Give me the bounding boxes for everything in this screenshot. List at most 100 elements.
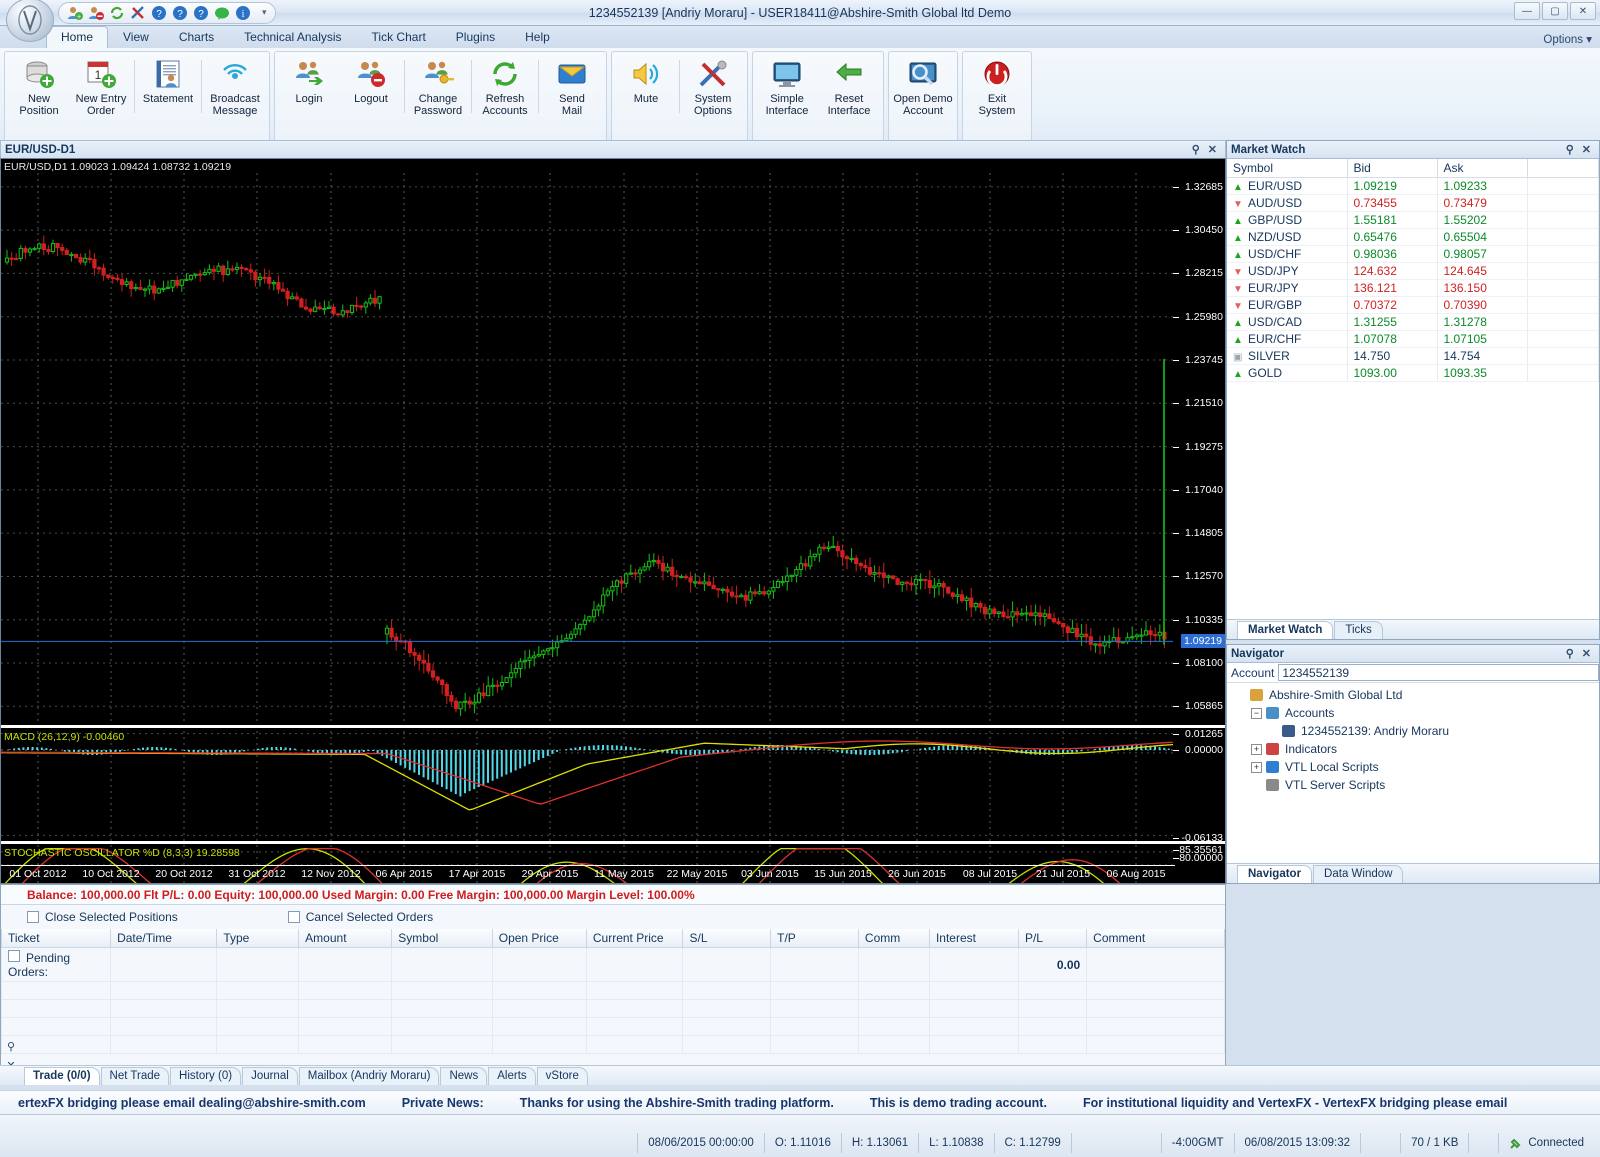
orders-col-symbol[interactable]: Symbol — [391, 929, 493, 948]
navigator-tree[interactable]: Abshire-Smith Global Ltd − Accounts 1234552… — [1227, 683, 1599, 797]
pending-orders-checkbox[interactable] — [8, 950, 20, 962]
navigator-tree-item[interactable]: + Indicators — [1229, 740, 1597, 758]
navigator-tree-item[interactable]: Abshire-Smith Global Ltd — [1229, 686, 1597, 704]
market-watch-row[interactable]: ▲ EUR/CHF 1.07078 1.07105 — [1227, 330, 1599, 348]
ribbon-tab-help[interactable]: Help — [510, 26, 565, 48]
account-input[interactable] — [1278, 664, 1599, 681]
orders-body[interactable]: Pending Orders: 0.00 — [0, 947, 1225, 1054]
pin-icon[interactable]: ⚲ — [7, 1040, 15, 1053]
ribbon-button-statement[interactable]: Statement — [137, 56, 199, 107]
cancel-selected-orders-label[interactable]: Cancel Selected Orders — [306, 910, 433, 924]
mw-col-symbol[interactable]: Symbol — [1227, 159, 1348, 178]
orders-col-comm[interactable]: Comm — [857, 929, 930, 948]
tree-expander[interactable]: + — [1251, 761, 1262, 773]
tab-navigator[interactable]: Navigator — [1237, 865, 1313, 883]
remove-user-icon[interactable] — [88, 5, 104, 21]
bottom-tab-net-trade[interactable]: Net Trade — [100, 1067, 170, 1085]
ribbon-button-new-position[interactable]: New Position — [8, 56, 70, 119]
qat-dropdown-icon[interactable]: ▾ — [262, 7, 267, 18]
ribbon-button-new-entry-order[interactable]: 1 New Entry Order — [70, 56, 132, 119]
bottom-tab-trade-0-0[interactable]: Trade (0/0) — [24, 1067, 100, 1085]
orders-col-comment[interactable]: Comment — [1086, 929, 1225, 948]
close-button[interactable]: ✕ — [1570, 2, 1596, 20]
ribbon-options-label[interactable]: Options ▾ — [1543, 32, 1592, 46]
chart-canvas[interactable]: EUR/USD,D1 1.09023 1.09424 1.08732 1.092… — [0, 158, 1226, 884]
orders-col-t-p[interactable]: T/P — [770, 929, 859, 948]
chat-icon[interactable] — [214, 5, 230, 21]
tree-expander[interactable]: + — [1251, 743, 1262, 755]
market-watch-row[interactable]: ▲ NZD/USD 0.65476 0.65504 — [1227, 228, 1599, 246]
navigator-tree-item[interactable]: VTL Server Scripts — [1229, 776, 1597, 794]
close-icon[interactable]: ✕ — [1578, 647, 1595, 660]
ribbon-button-system-options[interactable]: System Options — [682, 56, 744, 119]
orders-col-ticket[interactable]: Ticket — [0, 929, 112, 948]
ribbon-tab-technical-analysis[interactable]: Technical Analysis — [229, 26, 356, 48]
close-icon[interactable]: ✕ — [1204, 143, 1221, 156]
ribbon-button-logout[interactable]: Logout — [340, 56, 402, 107]
ribbon-button-send-mail[interactable]: Send Mail — [541, 56, 603, 119]
orders-col-date-time[interactable]: Date/Time — [110, 929, 218, 948]
market-watch-row[interactable]: ▼ AUD/USD 0.73455 0.73479 — [1227, 194, 1599, 212]
ribbon-button-open-demo-account[interactable]: Open Demo Account — [892, 56, 954, 119]
orders-col-current-price[interactable]: Current Price — [585, 929, 684, 948]
pin-icon[interactable]: ⚲ — [1562, 143, 1578, 156]
orders-col-open-price[interactable]: Open Price — [491, 929, 587, 948]
market-watch-row[interactable]: ▲ EUR/USD 1.09219 1.09233 — [1227, 177, 1599, 195]
ribbon-tab-charts[interactable]: Charts — [164, 26, 229, 48]
refresh-icon[interactable] — [109, 5, 125, 21]
ribbon-tab-home[interactable]: Home — [46, 26, 109, 48]
market-watch-body[interactable]: ▲ EUR/USD 1.09219 1.09233 ▼ AUD/USD 0.73455 0.7… — [1227, 177, 1599, 382]
navigator-tree-item[interactable]: − Accounts — [1229, 704, 1597, 722]
close-icon[interactable]: ✕ — [1578, 143, 1595, 156]
market-watch-row[interactable]: ▲ USD/CAD 1.31255 1.31278 — [1227, 313, 1599, 331]
ribbon-button-exit-system[interactable]: Exit System — [966, 56, 1028, 119]
info-icon[interactable]: i — [235, 5, 251, 21]
ribbon-button-mute[interactable]: Mute — [615, 56, 677, 107]
bottom-tab-news[interactable]: News — [440, 1067, 488, 1085]
ribbon-tab-view[interactable]: View — [108, 26, 164, 48]
navigator-tree-item[interactable]: + VTL Local Scripts — [1229, 758, 1597, 776]
market-watch-row[interactable]: ▼ EUR/JPY 136.121 136.150 — [1227, 279, 1599, 297]
mw-col-ask[interactable]: Ask — [1437, 159, 1528, 178]
bottom-tab-vstore[interactable]: vStore — [536, 1067, 588, 1085]
pin-icon[interactable]: ⚲ — [1562, 647, 1578, 660]
ribbon-tab-tick-chart[interactable]: Tick Chart — [357, 26, 441, 48]
ribbon-tab-plugins[interactable]: Plugins — [441, 26, 510, 48]
tab-market-watch[interactable]: Market Watch — [1237, 621, 1334, 639]
pin-icon[interactable]: ⚲ — [1188, 143, 1204, 156]
orders-col-p-l[interactable]: P/L — [1017, 929, 1088, 948]
ribbon-button-login[interactable]: Login — [278, 56, 340, 107]
bottom-tab-mailbox-andriy-moraru[interactable]: Mailbox (Andriy Moraru) — [298, 1067, 440, 1085]
close-selected-positions-checkbox[interactable] — [27, 911, 39, 923]
navigator-tree-item[interactable]: 1234552139: Andriy Moraru — [1229, 722, 1597, 740]
market-watch-row[interactable]: ▼ EUR/GBP 0.70372 0.70390 — [1227, 296, 1599, 314]
tree-expander[interactable]: − — [1251, 707, 1262, 719]
close-selected-positions-label[interactable]: Close Selected Positions — [45, 910, 178, 924]
help2-icon[interactable]: ? — [172, 5, 188, 21]
ribbon-button-simple-interface[interactable]: Simple Interface — [756, 56, 818, 119]
app-logo-orb[interactable] — [6, 0, 54, 42]
bottom-tab-history-0[interactable]: History (0) — [170, 1067, 242, 1085]
market-watch-row[interactable]: ▲ GOLD 1093.00 1093.35 — [1227, 364, 1599, 382]
ribbon-button-broadcast-message[interactable]: Broadcast Message — [204, 56, 266, 119]
bottom-tab-alerts[interactable]: Alerts — [488, 1067, 536, 1085]
orders-col-s-l[interactable]: S/L — [682, 929, 772, 948]
market-watch-row[interactable]: ▣ SILVER 14.750 14.754 — [1227, 347, 1599, 365]
orders-col-type[interactable]: Type — [216, 929, 300, 948]
minimize-button[interactable]: — — [1514, 2, 1540, 20]
maximize-button[interactable]: ▢ — [1542, 2, 1568, 20]
help3-icon[interactable]: ? — [193, 5, 209, 21]
market-watch-row[interactable]: ▼ USD/JPY 124.632 124.645 — [1227, 262, 1599, 280]
market-watch-row[interactable]: ▲ GBP/USD 1.55181 1.55202 — [1227, 211, 1599, 229]
orders-col-interest[interactable]: Interest — [928, 929, 1019, 948]
market-watch-row[interactable]: ▲ USD/CHF 0.98036 0.98057 — [1227, 245, 1599, 263]
cancel-selected-orders-checkbox[interactable] — [287, 911, 300, 923]
orders-col-amount[interactable]: Amount — [298, 929, 393, 948]
add-user-icon[interactable]: + — [67, 5, 83, 21]
ribbon-button-change-password[interactable]: Change Password — [407, 56, 469, 119]
help-icon[interactable]: ? — [151, 5, 167, 21]
pending-orders-row[interactable]: Pending Orders: 0.00 — [0, 947, 1225, 982]
quick-access-toolbar[interactable]: + ? ? ? i ▾ — [58, 1, 276, 24]
mw-col-blank[interactable] — [1527, 159, 1599, 178]
mw-col-bid[interactable]: Bid — [1347, 159, 1438, 178]
